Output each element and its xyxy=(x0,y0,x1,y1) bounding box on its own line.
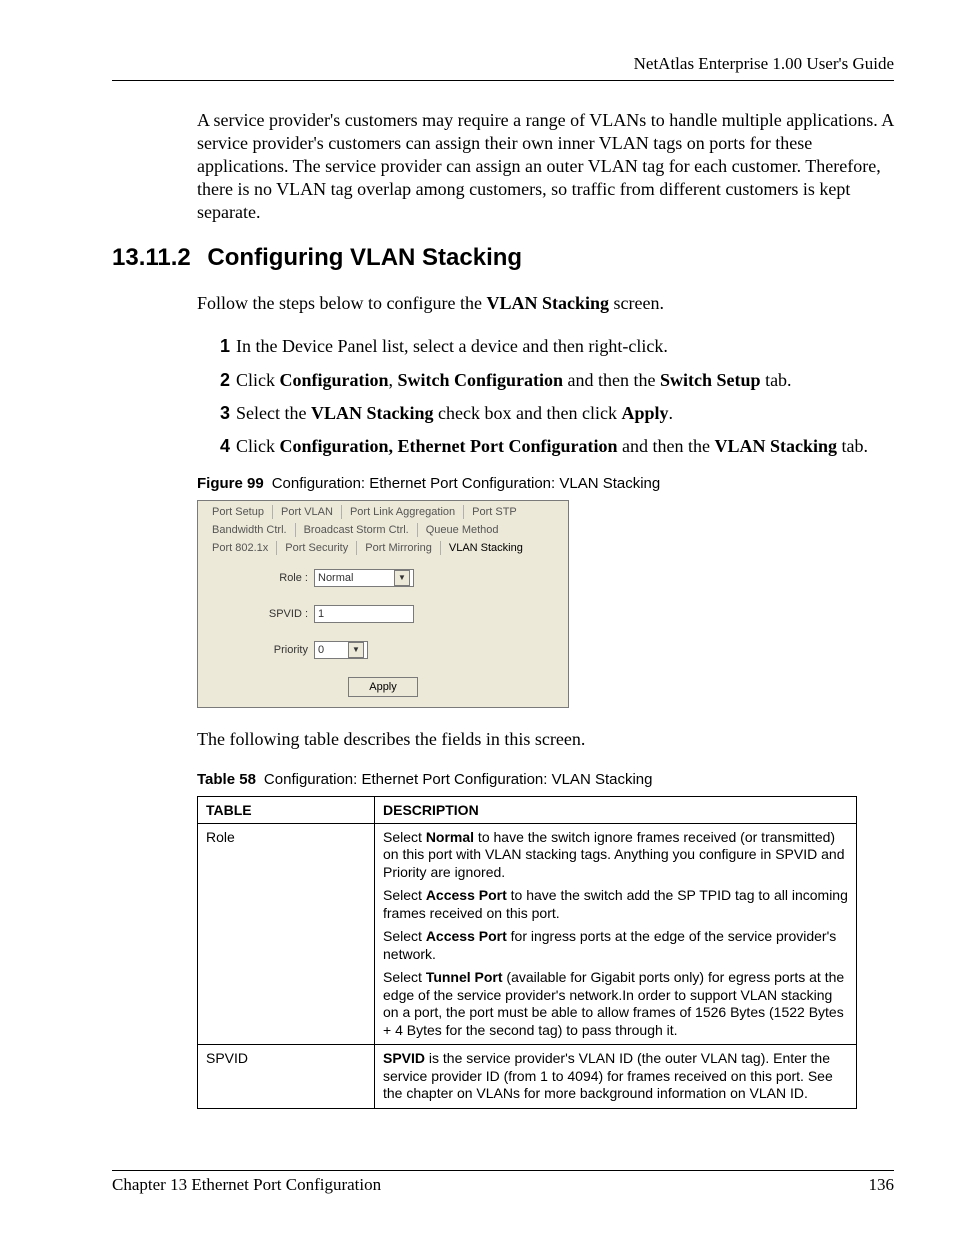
section-heading: 13.11.2 Configuring VLAN Stacking xyxy=(112,244,894,272)
tab-port-link-aggregation[interactable]: Port Link Aggregation xyxy=(342,505,464,519)
table-cell-label: Role xyxy=(198,823,375,1045)
section-title: Configuring VLAN Stacking xyxy=(207,244,522,271)
tab-broadcast-storm-ctrl-[interactable]: Broadcast Storm Ctrl. xyxy=(296,523,418,537)
step-number: 1 xyxy=(220,336,230,356)
table-row: SPVIDSPVID is the service provider's VLA… xyxy=(198,1045,857,1109)
figure-caption: Figure 99Configuration: Ethernet Port Co… xyxy=(197,475,894,492)
tab-port-mirroring[interactable]: Port Mirroring xyxy=(357,541,441,555)
page-footer: Chapter 13 Ethernet Port Configuration 1… xyxy=(112,1170,894,1195)
tab-port-security[interactable]: Port Security xyxy=(277,541,357,555)
step-number: 3 xyxy=(220,403,230,423)
step-item: 1In the Device Panel list, select a devi… xyxy=(220,335,894,358)
bottom-rule xyxy=(112,1170,894,1171)
table-cell-desc: SPVID is the service provider's VLAN ID … xyxy=(375,1045,857,1109)
role-combo[interactable]: Normal ▼ xyxy=(314,569,414,587)
table-cell-label: SPVID xyxy=(198,1045,375,1109)
section-number: 13.11.2 xyxy=(112,244,191,272)
tab-queue-method[interactable]: Queue Method xyxy=(418,523,507,537)
tab-port-stp[interactable]: Port STP xyxy=(464,505,525,519)
step-item: 3Select the VLAN Stacking check box and … xyxy=(220,402,894,425)
spvid-label: SPVID : xyxy=(208,608,314,620)
tab-bandwidth-ctrl-[interactable]: Bandwidth Ctrl. xyxy=(204,523,296,537)
description-table: TABLE DESCRIPTION RoleSelect Normal to h… xyxy=(197,796,857,1109)
table-header: TABLE xyxy=(198,796,375,823)
table-row: RoleSelect Normal to have the switch ign… xyxy=(198,823,857,1045)
step-item: 2Click Configuration, Switch Configurati… xyxy=(220,369,894,392)
tab-port-802-1x[interactable]: Port 802.1x xyxy=(204,541,277,555)
chevron-down-icon[interactable]: ▼ xyxy=(348,642,364,658)
table-header: DESCRIPTION xyxy=(375,796,857,823)
screenshot-panel: Port SetupPort VLANPort Link Aggregation… xyxy=(197,500,569,708)
running-header: NetAtlas Enterprise 1.00 User's Guide xyxy=(112,54,894,74)
step-list: 1In the Device Panel list, select a devi… xyxy=(112,335,894,459)
step-number: 2 xyxy=(220,370,230,390)
step-number: 4 xyxy=(220,436,230,456)
tab-port-vlan[interactable]: Port VLAN xyxy=(273,505,342,519)
after-shot-paragraph: The following table describes the fields… xyxy=(112,728,894,751)
table-cell-desc: Select Normal to have the switch ignore … xyxy=(375,823,857,1045)
spvid-input[interactable]: 1 xyxy=(314,605,414,623)
chevron-down-icon[interactable]: ▼ xyxy=(394,570,410,586)
tabs-row-2: Bandwidth Ctrl.Broadcast Storm Ctrl.Queu… xyxy=(198,519,568,537)
top-rule xyxy=(112,80,894,81)
footer-left: Chapter 13 Ethernet Port Configuration xyxy=(112,1175,381,1195)
tabs-row-1: Port SetupPort VLANPort Link Aggregation… xyxy=(198,501,568,519)
tab-port-setup[interactable]: Port Setup xyxy=(204,505,273,519)
priority-combo[interactable]: 0 ▼ xyxy=(314,641,368,659)
apply-button[interactable]: Apply xyxy=(348,677,418,697)
table-caption: Table 58Configuration: Ethernet Port Con… xyxy=(197,771,894,788)
section-lead: Follow the steps below to configure the … xyxy=(112,292,894,315)
tabs-row-3: Port 802.1xPort SecurityPort MirroringVL… xyxy=(198,537,568,555)
role-label: Role : xyxy=(208,572,314,584)
priority-label: Priority xyxy=(208,644,314,656)
step-item: 4Click Configuration, Ethernet Port Conf… xyxy=(220,435,894,458)
intro-paragraph: A service provider's customers may requi… xyxy=(112,109,894,224)
tab-vlan-stacking[interactable]: VLAN Stacking xyxy=(441,541,531,555)
footer-right: 136 xyxy=(869,1175,895,1195)
